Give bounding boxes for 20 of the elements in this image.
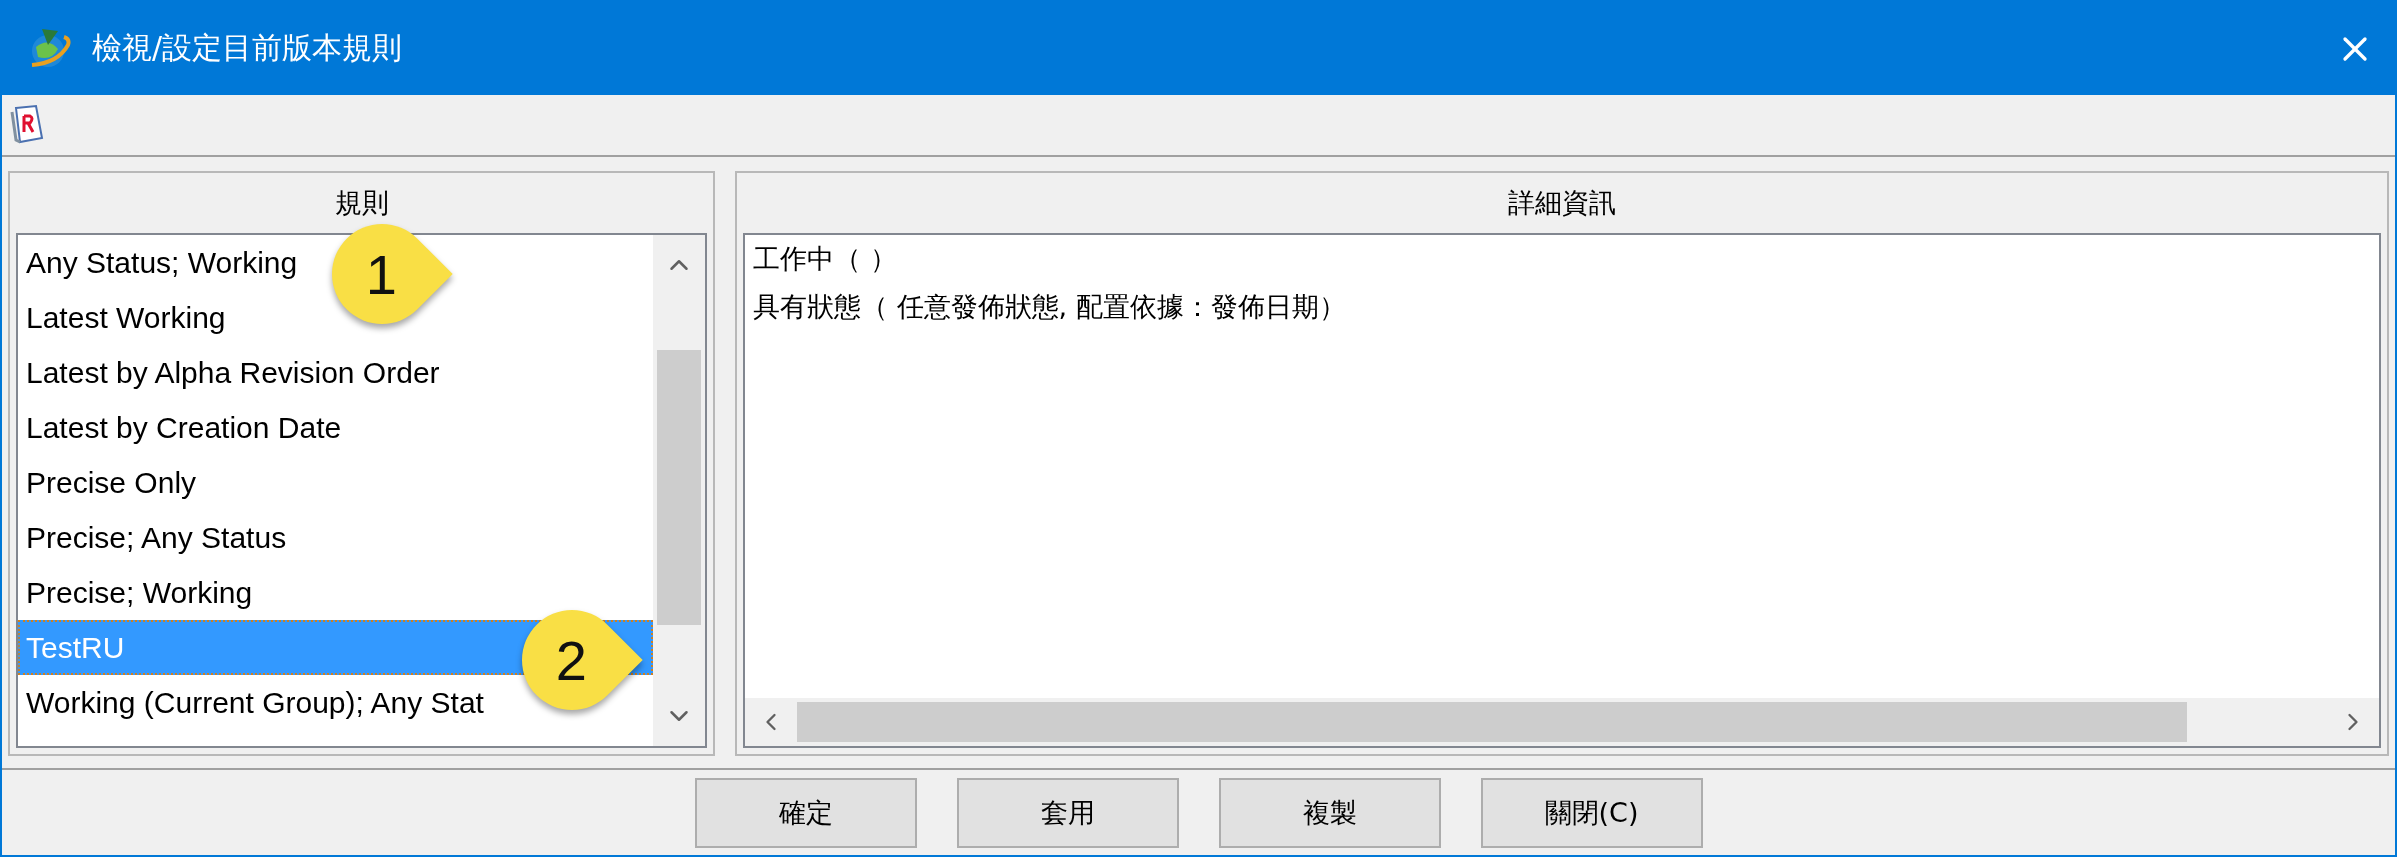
list-item[interactable]: Latest Working	[26, 300, 226, 335]
scrollbar-thumb[interactable]	[797, 702, 2187, 742]
detail-line: 工作中（ ）	[753, 242, 898, 276]
scrollbar-thumb[interactable]	[657, 350, 701, 625]
list-item[interactable]: Any Status; Working	[26, 245, 298, 280]
list-item[interactable]: Latest by Alpha Revision Order	[26, 355, 440, 390]
dialog-button[interactable]: 複製	[1218, 777, 1441, 848]
dialog-button[interactable]: 套用	[956, 777, 1179, 848]
column-header: 詳細資訊	[1507, 186, 1617, 220]
list-item[interactable]: Precise; Any Status	[26, 520, 287, 555]
dialog-button[interactable]: 確定	[694, 777, 917, 848]
list-item[interactable]: Working (Current Group); Any Stat	[26, 685, 484, 720]
list-item[interactable]: Precise Only	[26, 465, 197, 500]
document-icon[interactable]	[10, 104, 46, 146]
list-item[interactable]: Latest by Creation Date	[26, 410, 342, 445]
detail-line: 具有狀態（ 任意發佈狀態, 配置依據：發佈日期）	[753, 290, 1347, 324]
list-item[interactable]: Precise; Working	[26, 575, 253, 610]
column-header: 規則	[333, 186, 390, 220]
dialog-button[interactable]: 關閉(C)	[1480, 777, 1703, 848]
window-title: 檢視/設定目前版本規則	[92, 29, 404, 67]
